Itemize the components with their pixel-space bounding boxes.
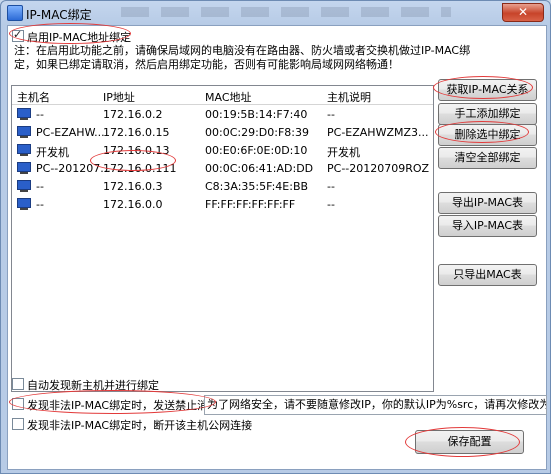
computer-icon: [17, 198, 31, 210]
column-header-host[interactable]: 主机名: [17, 89, 50, 105]
cell-ip: 172.16.0.15: [103, 126, 170, 139]
ip-mac-binding-window: IP-MAC绑定 ✕ 启用IP-MAC地址绑定 注：在启用此功能之前，请确保局域…: [0, 0, 551, 474]
close-button[interactable]: ✕: [502, 3, 544, 22]
cell-desc: PC-EZAHWZMZ3...: [327, 126, 429, 139]
computer-icon: [17, 144, 31, 156]
cell-host: --: [36, 180, 44, 193]
dialog-body: 启用IP-MAC地址绑定 注：在启用此功能之前，请确保局域网的电脑没有在路由器、…: [7, 25, 547, 470]
table-row[interactable]: 开发机 172.16.0.13 00:E0:6F:0E:0D:10 开发机: [12, 142, 433, 159]
cell-ip: 172.16.0.2: [103, 108, 163, 121]
export-mac-only-button[interactable]: 只导出MAC表: [438, 264, 537, 286]
ban-message-input[interactable]: 为了网络安全，请不要随意修改IP，你的默认IP为%src，请再次修改为默: [204, 395, 547, 415]
note-line-2: 定，如果已绑定请取消，然后启用绑定功能，否则有可能影响局域网网络畅通！: [14, 58, 399, 71]
delete-selected-button[interactable]: 删除选中绑定: [438, 124, 537, 146]
get-ip-mac-button[interactable]: 获取IP-MAC关系: [438, 79, 537, 101]
title-bar[interactable]: IP-MAC绑定 ✕: [1, 1, 550, 25]
column-header-mac[interactable]: MAC地址: [205, 89, 252, 105]
cell-host: --: [36, 198, 44, 211]
cell-desc: --: [327, 180, 335, 193]
table-row[interactable]: PC-EZAHW... 172.16.0.15 00:0C:29:D0:F8:3…: [12, 124, 433, 141]
enable-binding-label[interactable]: 启用IP-MAC地址绑定: [27, 29, 131, 45]
cell-mac: FF:FF:FF:FF:FF:FF: [205, 198, 296, 211]
export-ip-mac-button[interactable]: 导出IP-MAC表: [438, 192, 537, 214]
cell-mac: 00:0C:29:D0:F8:39: [205, 126, 309, 139]
cell-mac: 00:0C:06:41:AD:DD: [205, 162, 314, 175]
cell-desc: PC--20120709ROZ: [327, 162, 430, 175]
manual-add-button[interactable]: 手工添加绑定: [438, 103, 537, 125]
cell-host: PC--201207...: [36, 162, 111, 175]
app-icon: [7, 5, 23, 21]
blurred-background-text: [121, 7, 451, 17]
cell-host: --: [36, 108, 44, 121]
window-title: IP-MAC绑定: [26, 8, 92, 22]
computer-icon: [17, 108, 31, 120]
cell-mac: 00:E0:6F:0E:0D:10: [205, 144, 308, 157]
auto-discover-checkbox[interactable]: [12, 378, 24, 390]
send-ban-message-checkbox[interactable]: [12, 398, 24, 410]
table-row[interactable]: PC--201207... 172.16.0.111 00:0C:06:41:A…: [12, 160, 433, 177]
cell-ip: 172.16.0.111: [103, 162, 177, 175]
cell-ip: 172.16.0.13: [103, 144, 170, 157]
disconnect-public-checkbox[interactable]: [12, 418, 24, 430]
computer-icon: [17, 126, 31, 138]
cell-mac: C8:3A:35:5F:4E:BB: [205, 180, 309, 193]
warning-note: 注：在启用此功能之前，请确保局域网的电脑没有在路由器、防火墙或者交换机做过IP-…: [14, 44, 534, 72]
note-line-1: 注：在启用此功能之前，请确保局域网的电脑没有在路由器、防火墙或者交换机做过IP-…: [14, 44, 471, 57]
cell-mac: 00:19:5B:14:F7:40: [205, 108, 308, 121]
enable-binding-checkbox[interactable]: [12, 28, 24, 42]
computer-icon: [17, 180, 31, 192]
cell-ip: 172.16.0.0: [103, 198, 163, 211]
table-row[interactable]: -- 172.16.0.3 C8:3A:35:5F:4E:BB --: [12, 178, 433, 195]
cell-host: PC-EZAHW...: [36, 126, 105, 139]
column-header-ip[interactable]: IP地址: [103, 89, 135, 105]
table-row[interactable]: -- 172.16.0.0 FF:FF:FF:FF:FF:FF --: [12, 196, 433, 213]
disconnect-public-label[interactable]: 发现非法IP-MAC绑定时，断开该主机公网连接: [27, 417, 252, 433]
cell-desc: 开发机: [327, 146, 360, 159]
auto-discover-label[interactable]: 自动发现新主机并进行绑定: [27, 377, 159, 393]
column-header-desc[interactable]: 主机说明: [327, 89, 371, 105]
table-row[interactable]: -- 172.16.0.2 00:19:5B:14:F7:40 --: [12, 106, 433, 123]
binding-table[interactable]: 主机名 IP地址 MAC地址 主机说明 -- 172.16.0.2 00:19:…: [11, 85, 434, 392]
clear-all-button[interactable]: 清空全部绑定: [438, 147, 537, 169]
import-ip-mac-button[interactable]: 导入IP-MAC表: [438, 215, 537, 237]
cell-host: 开发机: [36, 146, 69, 159]
save-config-button[interactable]: 保存配置: [415, 430, 524, 454]
send-ban-message-label[interactable]: 发现非法IP-MAC绑定时，发送禁止消息: [27, 397, 219, 413]
cell-desc: --: [327, 108, 335, 121]
cell-desc: --: [327, 198, 335, 211]
header-divider: [12, 104, 433, 105]
computer-icon: [17, 162, 31, 174]
cell-ip: 172.16.0.3: [103, 180, 163, 193]
